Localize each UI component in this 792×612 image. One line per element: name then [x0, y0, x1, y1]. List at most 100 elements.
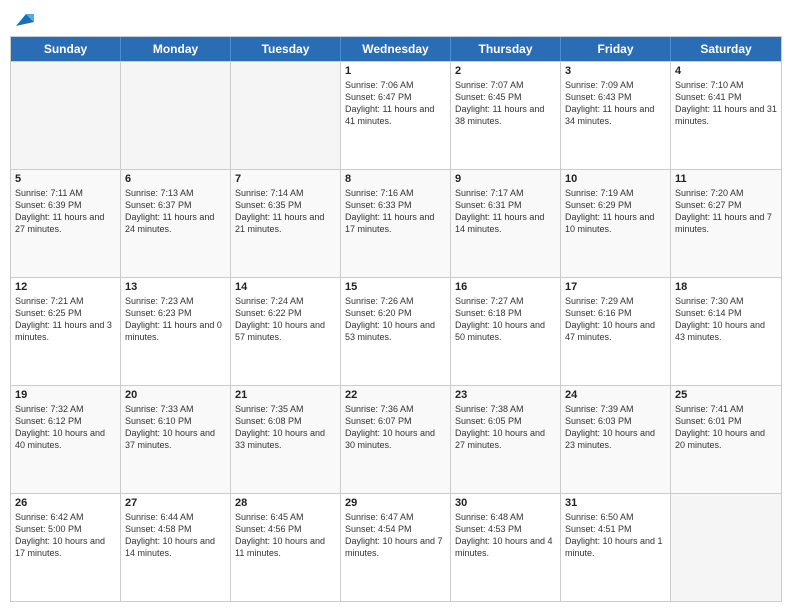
cal-cell: 27 Sunrise: 6:44 AMSunset: 4:58 PMDayligh…: [121, 494, 231, 601]
day-number: 29: [345, 497, 446, 509]
cal-cell: 1Sunrise: 7:06 AMSunset: 6:47 PMDaylight…: [341, 62, 451, 169]
cal-week-4: 26 Sunrise: 6:42 AMSunset: 5:00 PMDayligh…: [11, 493, 781, 601]
day-number: 4: [675, 65, 777, 77]
cell-info: Sunrise: 7:39 AMSunset: 6:03 PMDaylight:…: [565, 403, 666, 452]
cal-week-0: 1Sunrise: 7:06 AMSunset: 6:47 PMDaylight…: [11, 61, 781, 169]
cal-cell: 11 Sunrise: 7:20 AMSunset: 6:27 PMDayligh…: [671, 170, 781, 277]
calendar: SundayMondayTuesdayWednesdayThursdayFrid…: [10, 36, 782, 602]
logo-icon: [12, 8, 34, 30]
cal-week-2: 12Sunrise: 7:21 AMSunset: 6:25 PMDayligh…: [11, 277, 781, 385]
cal-week-3: 19Sunrise: 7:32 AMSunset: 6:12 PMDayligh…: [11, 385, 781, 493]
day-number: 27: [125, 497, 226, 509]
cal-header-friday: Friday: [561, 37, 671, 61]
day-number: 24: [565, 389, 666, 401]
cell-info: Sunrise: 6:50 AMSunset: 4:51 PMDaylight:…: [565, 511, 666, 560]
header: [10, 10, 782, 30]
cell-info: Sunrise: 7:09 AMSunset: 6:43 PMDaylight:…: [565, 79, 666, 128]
cal-cell: 24 Sunrise: 7:39 AMSunset: 6:03 PMDayligh…: [561, 386, 671, 493]
cal-cell: 5 Sunrise: 7:11 AMSunset: 6:39 PMDaylight…: [11, 170, 121, 277]
cal-cell: 8 Sunrise: 7:16 AMSunset: 6:33 PMDaylight…: [341, 170, 451, 277]
cal-cell: 4 Sunrise: 7:10 AMSunset: 6:41 PMDaylight…: [671, 62, 781, 169]
day-number: 7: [235, 173, 336, 185]
day-number: 21: [235, 389, 336, 401]
cal-week-1: 5 Sunrise: 7:11 AMSunset: 6:39 PMDaylight…: [11, 169, 781, 277]
cal-cell: 6 Sunrise: 7:13 AMSunset: 6:37 PMDaylight…: [121, 170, 231, 277]
cell-info: Sunrise: 6:45 AMSunset: 4:56 PMDaylight:…: [235, 511, 336, 560]
day-number: 22: [345, 389, 446, 401]
cal-cell: 3 Sunrise: 7:09 AMSunset: 6:43 PMDaylight…: [561, 62, 671, 169]
cal-header-sunday: Sunday: [11, 37, 121, 61]
day-number: 9: [455, 173, 556, 185]
cal-cell: 26 Sunrise: 6:42 AMSunset: 5:00 PMDayligh…: [11, 494, 121, 601]
cal-cell: [671, 494, 781, 601]
cell-info: Sunrise: 7:41 AMSunset: 6:01 PMDaylight:…: [675, 403, 777, 452]
cell-info: Sunrise: 7:19 AMSunset: 6:29 PMDaylight:…: [565, 187, 666, 236]
cell-info: Sunrise: 7:14 AMSunset: 6:35 PMDaylight:…: [235, 187, 336, 236]
cal-cell: 9 Sunrise: 7:17 AMSunset: 6:31 PMDaylight…: [451, 170, 561, 277]
cell-info: Sunrise: 7:20 AMSunset: 6:27 PMDaylight:…: [675, 187, 777, 236]
cal-cell: [231, 62, 341, 169]
calendar-page: SundayMondayTuesdayWednesdayThursdayFrid…: [0, 0, 792, 612]
cal-cell: 14Sunrise: 7:24 AMSunset: 6:22 PMDayligh…: [231, 278, 341, 385]
day-number: 16: [455, 281, 556, 293]
cal-cell: 12Sunrise: 7:21 AMSunset: 6:25 PMDayligh…: [11, 278, 121, 385]
cal-header-wednesday: Wednesday: [341, 37, 451, 61]
day-number: 15: [345, 281, 446, 293]
cal-cell: 31Sunrise: 6:50 AMSunset: 4:51 PMDayligh…: [561, 494, 671, 601]
day-number: 10: [565, 173, 666, 185]
cal-cell: 20 Sunrise: 7:33 AMSunset: 6:10 PMDayligh…: [121, 386, 231, 493]
logo: [10, 10, 34, 30]
cell-info: Sunrise: 7:33 AMSunset: 6:10 PMDaylight:…: [125, 403, 226, 452]
cal-cell: 10 Sunrise: 7:19 AMSunset: 6:29 PMDayligh…: [561, 170, 671, 277]
day-number: 2: [455, 65, 556, 77]
cell-info: Sunrise: 7:11 AMSunset: 6:39 PMDaylight:…: [15, 187, 116, 236]
day-number: 17: [565, 281, 666, 293]
day-number: 14: [235, 281, 336, 293]
cal-cell: 23Sunrise: 7:38 AMSunset: 6:05 PMDayligh…: [451, 386, 561, 493]
cal-cell: 15 Sunrise: 7:26 AMSunset: 6:20 PMDayligh…: [341, 278, 451, 385]
cell-info: Sunrise: 7:16 AMSunset: 6:33 PMDaylight:…: [345, 187, 446, 236]
cell-info: Sunrise: 6:42 AMSunset: 5:00 PMDaylight:…: [15, 511, 116, 560]
day-number: 6: [125, 173, 226, 185]
day-number: 11: [675, 173, 777, 185]
cell-info: Sunrise: 7:32 AMSunset: 6:12 PMDaylight:…: [15, 403, 116, 452]
cell-info: Sunrise: 6:48 AMSunset: 4:53 PMDaylight:…: [455, 511, 556, 560]
cell-info: Sunrise: 7:17 AMSunset: 6:31 PMDaylight:…: [455, 187, 556, 236]
cal-header-saturday: Saturday: [671, 37, 781, 61]
cal-cell: [11, 62, 121, 169]
cal-cell: 19Sunrise: 7:32 AMSunset: 6:12 PMDayligh…: [11, 386, 121, 493]
cell-info: Sunrise: 7:27 AMSunset: 6:18 PMDaylight:…: [455, 295, 556, 344]
cal-cell: [121, 62, 231, 169]
day-number: 26: [15, 497, 116, 509]
cal-cell: 18Sunrise: 7:30 AMSunset: 6:14 PMDayligh…: [671, 278, 781, 385]
calendar-body: 1Sunrise: 7:06 AMSunset: 6:47 PMDaylight…: [11, 61, 781, 601]
day-number: 18: [675, 281, 777, 293]
cal-cell: 7 Sunrise: 7:14 AMSunset: 6:35 PMDaylight…: [231, 170, 341, 277]
cal-cell: 16 Sunrise: 7:27 AMSunset: 6:18 PMDayligh…: [451, 278, 561, 385]
cell-info: Sunrise: 7:36 AMSunset: 6:07 PMDaylight:…: [345, 403, 446, 452]
day-number: 5: [15, 173, 116, 185]
cal-header-monday: Monday: [121, 37, 231, 61]
cal-cell: 13 Sunrise: 7:23 AMSunset: 6:23 PMDayligh…: [121, 278, 231, 385]
day-number: 25: [675, 389, 777, 401]
day-number: 23: [455, 389, 556, 401]
day-number: 3: [565, 65, 666, 77]
cell-info: Sunrise: 6:44 AMSunset: 4:58 PMDaylight:…: [125, 511, 226, 560]
cal-cell: 21 Sunrise: 7:35 AMSunset: 6:08 PMDayligh…: [231, 386, 341, 493]
cell-info: Sunrise: 7:26 AMSunset: 6:20 PMDaylight:…: [345, 295, 446, 344]
cell-info: Sunrise: 7:13 AMSunset: 6:37 PMDaylight:…: [125, 187, 226, 236]
cell-info: Sunrise: 6:47 AMSunset: 4:54 PMDaylight:…: [345, 511, 446, 560]
cal-header-thursday: Thursday: [451, 37, 561, 61]
cell-info: Sunrise: 7:35 AMSunset: 6:08 PMDaylight:…: [235, 403, 336, 452]
cell-info: Sunrise: 7:10 AMSunset: 6:41 PMDaylight:…: [675, 79, 777, 128]
cell-info: Sunrise: 7:29 AMSunset: 6:16 PMDaylight:…: [565, 295, 666, 344]
day-number: 20: [125, 389, 226, 401]
day-number: 13: [125, 281, 226, 293]
cell-info: Sunrise: 7:23 AMSunset: 6:23 PMDaylight:…: [125, 295, 226, 344]
cal-cell: 17 Sunrise: 7:29 AMSunset: 6:16 PMDayligh…: [561, 278, 671, 385]
calendar-header-row: SundayMondayTuesdayWednesdayThursdayFrid…: [11, 37, 781, 61]
day-number: 8: [345, 173, 446, 185]
cell-info: Sunrise: 7:07 AMSunset: 6:45 PMDaylight:…: [455, 79, 556, 128]
day-number: 1: [345, 65, 446, 77]
cell-info: Sunrise: 7:21 AMSunset: 6:25 PMDaylight:…: [15, 295, 116, 344]
